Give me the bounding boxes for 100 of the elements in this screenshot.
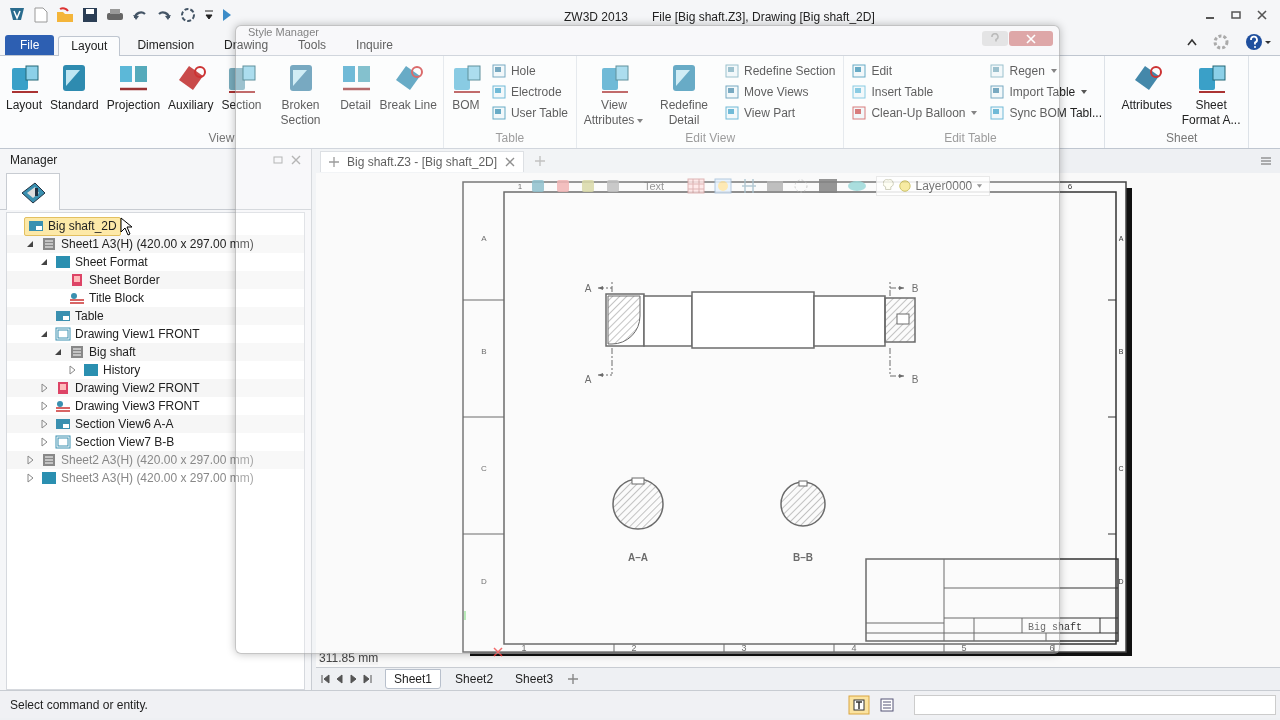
close-icon[interactable]	[1256, 9, 1268, 21]
collapse-arrow-icon[interactable]	[39, 329, 49, 339]
expand-arrow-icon[interactable]	[25, 455, 35, 465]
ribbon-button[interactable]: Insert Table	[852, 85, 979, 99]
section-title: A–A	[628, 552, 648, 563]
float-icon[interactable]	[273, 155, 283, 165]
menu-icon[interactable]	[1260, 156, 1272, 166]
navigation-arrow-icon[interactable]	[362, 673, 373, 685]
ribbon-button[interactable]: Move Views	[725, 85, 836, 99]
regenerate-icon[interactable]	[180, 7, 196, 23]
tool-icon[interactable]	[605, 178, 621, 194]
grid-icon[interactable]	[687, 178, 706, 194]
ribbon-button[interactable]: Regen	[990, 64, 1102, 78]
tool-icon[interactable]	[555, 178, 571, 194]
group-label: Edit View	[684, 131, 737, 147]
dimension-icon[interactable]	[741, 178, 758, 194]
expand-arrow-icon[interactable]	[39, 401, 49, 411]
ribbon-tab[interactable]: Inquire	[343, 35, 406, 55]
ribbon-button[interactable]: Redefine Detail	[649, 62, 719, 131]
sheet-tab[interactable]: Sheet2	[447, 670, 502, 688]
ribbon-button[interactable]: Section	[217, 62, 266, 131]
command-field[interactable]	[914, 694, 1276, 715]
ribbon-button[interactable]: Auxiliary	[164, 62, 218, 131]
ribbon-tab[interactable]: Dimension	[124, 35, 208, 55]
panel-title: Manager	[10, 153, 58, 167]
help-button[interactable]	[982, 31, 1008, 46]
color-icon[interactable]	[714, 178, 733, 194]
navigation-arrow-icon[interactable]	[334, 673, 345, 685]
ribbon-button[interactable]: Standard	[46, 62, 103, 131]
ribbon-button[interactable]: View Part	[725, 106, 836, 120]
ribbon-button[interactable]: Break Line	[375, 62, 441, 131]
restore-icon[interactable]	[1230, 9, 1242, 21]
expand-arrow-icon[interactable]	[67, 365, 77, 375]
tree-item[interactable]: Drawing View1 FRONT	[52, 325, 203, 343]
ribbon-button[interactable]: Layout	[2, 62, 47, 131]
manager-tab[interactable]	[6, 173, 60, 210]
ribbon-button[interactable]: Hole	[491, 64, 568, 78]
fill-icon[interactable]	[818, 178, 839, 194]
sheet-tab[interactable]: Sheet3	[507, 670, 562, 688]
tree-item[interactable]: Big shaft_2D	[24, 216, 121, 236]
tree-item[interactable]: Drawing View3 FRONT	[52, 397, 203, 415]
text-mode-icon[interactable]	[848, 694, 870, 715]
help-icon	[990, 32, 1000, 45]
expand-arrow-icon[interactable]	[25, 473, 35, 483]
tree-item[interactable]: History	[80, 361, 144, 379]
layer-dropdown[interactable]: Layer0000	[876, 176, 991, 196]
expand-arrow-icon[interactable]	[39, 419, 49, 429]
ribbon-button[interactable]: Detail	[335, 62, 376, 131]
help-icon[interactable]	[1244, 32, 1272, 52]
save-icon[interactable]	[82, 7, 98, 23]
file-menu-button[interactable]: File	[5, 35, 55, 55]
new-file-icon[interactable]	[34, 7, 48, 23]
expand-arrow-icon[interactable]	[39, 383, 49, 393]
printer-icon[interactable]	[106, 7, 124, 23]
expand-arrow-icon[interactable]	[39, 437, 49, 447]
tree-item[interactable]: Title Block	[66, 289, 147, 307]
close-button[interactable]	[1009, 31, 1053, 46]
ribbon-button[interactable]: Electrode	[491, 85, 568, 99]
settings-icon[interactable]	[1212, 33, 1230, 51]
tree-item[interactable]: Sheet Format	[52, 253, 151, 271]
command-icon	[725, 85, 739, 99]
ribbon-button[interactable]: Attributes	[1117, 62, 1177, 131]
tree-node-icon	[83, 362, 99, 378]
collapse-arrow-icon[interactable]	[25, 239, 35, 249]
ribbon-button[interactable]: Broken Section	[265, 62, 336, 131]
ribbon-button[interactable]: Clean-Up Balloon	[852, 106, 979, 120]
ribbon-tab[interactable]: Layout	[58, 36, 121, 56]
close-icon[interactable]	[505, 156, 516, 167]
collapse-arrow-icon[interactable]	[53, 347, 63, 357]
tree-item[interactable]: Section View7 B-B	[52, 433, 178, 451]
document-tab[interactable]: Big shaft.Z3 - [Big shaft_2D]	[320, 150, 525, 172]
collapse-arrow-icon[interactable]	[39, 257, 49, 267]
collapse-ribbon-icon[interactable]	[1186, 37, 1198, 47]
sheet-tab[interactable]: Sheet1	[385, 669, 442, 689]
ribbon-button[interactable]: Import Table	[990, 85, 1102, 99]
zone-label: 2	[631, 643, 637, 653]
add-sheet-icon[interactable]	[567, 673, 580, 685]
tool-icon[interactable]	[530, 178, 546, 194]
customize-icon[interactable]	[204, 8, 214, 22]
ribbon-button[interactable]: Projection	[102, 62, 165, 131]
section-mark: B	[911, 374, 919, 385]
open-folder-icon[interactable]	[56, 7, 74, 23]
tree-item[interactable]: Table	[52, 307, 107, 325]
ribbon-button[interactable]: Sync BOM Tabl...	[990, 106, 1102, 120]
expand-icon[interactable]	[222, 8, 232, 22]
ribbon-button[interactable]: User Table	[491, 106, 568, 120]
redo-icon[interactable]	[156, 8, 172, 22]
tree-item[interactable]: Sheet3 A3(H) (420.00 x 297.00 mm)	[38, 469, 257, 487]
select-icon[interactable]	[793, 178, 810, 194]
ribbon-button[interactable]: Edit	[852, 64, 979, 78]
ribbon-button[interactable]: BOM	[445, 62, 486, 131]
zone-label: 5	[961, 643, 967, 653]
undo-icon[interactable]	[132, 8, 148, 22]
ribbon-button[interactable]: View Attributes	[579, 62, 649, 131]
navigation-arrow-icon[interactable]	[320, 673, 331, 685]
screen-icon[interactable]	[766, 178, 785, 194]
ribbon-button[interactable]: Sheet Format A...	[1176, 62, 1247, 131]
navigation-arrow-icon[interactable]	[348, 673, 359, 685]
tool-icon[interactable]	[580, 178, 596, 194]
ribbon-button[interactable]: Redefine Section	[725, 64, 836, 78]
